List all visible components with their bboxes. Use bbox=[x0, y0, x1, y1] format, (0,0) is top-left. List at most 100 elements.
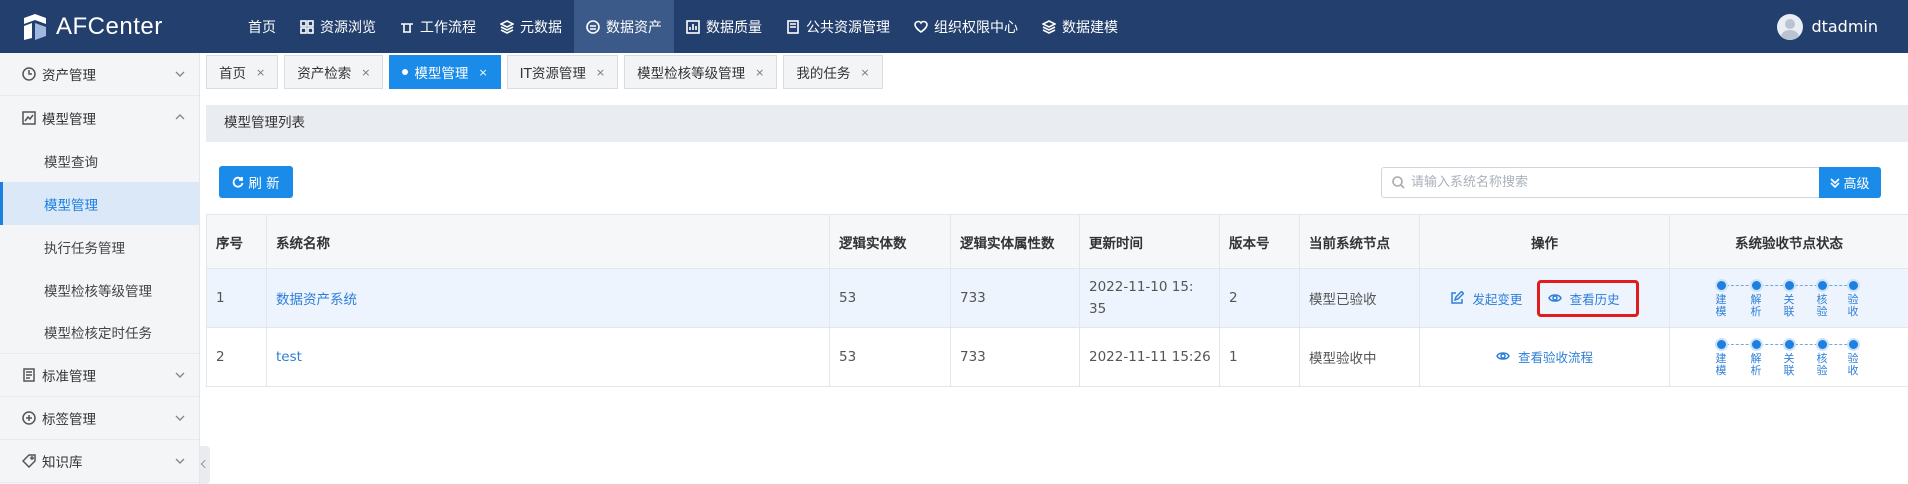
panel-title: 模型管理列表 bbox=[206, 105, 1908, 142]
nav-item-data-quality[interactable]: 数据质量 bbox=[674, 0, 774, 53]
user-menu[interactable]: dtadmin bbox=[1777, 0, 1878, 53]
sidebar: 资产管理 模型管理 模型查询 模型管理 执行任务管理 模型检核等级管理 模型检核… bbox=[0, 53, 200, 484]
grid-icon bbox=[300, 19, 314, 34]
nav-item-resource-browse[interactable]: 资源浏览 bbox=[288, 0, 388, 53]
table-header-row: 序号 系统名称 逻辑实体数 逻辑实体属性数 更新时间 版本号 当前系统节点 操作… bbox=[206, 214, 1908, 269]
model-table: 序号 系统名称 逻辑实体数 逻辑实体属性数 更新时间 版本号 当前系统节点 操作… bbox=[206, 214, 1908, 387]
nav-item-data-modeling[interactable]: 数据建模 bbox=[1030, 0, 1130, 53]
top-nav: 首页 资源浏览 工作流程 元数据 数据资产 数据质量 公共资源管理 组织权限中心… bbox=[236, 0, 1130, 53]
nav-item-home[interactable]: 首页 bbox=[236, 0, 288, 53]
sidebar-collapse-handle[interactable] bbox=[200, 446, 210, 484]
refresh-button[interactable]: 刷 新 bbox=[219, 166, 293, 198]
tab-check-level-mgmt[interactable]: 模型检核等级管理 × bbox=[624, 55, 778, 89]
eye-icon bbox=[1547, 294, 1562, 302]
status-dot-icon bbox=[1714, 338, 1728, 351]
logo[interactable]: AFCenter bbox=[20, 9, 163, 45]
tab-home[interactable]: 首页 × bbox=[206, 55, 279, 89]
view-acceptance-flow-button[interactable]: 查看验收流程 bbox=[1496, 347, 1593, 366]
status-dot-icon bbox=[1815, 279, 1829, 292]
cell-actions: 发起变更 查看历史 bbox=[1419, 268, 1670, 328]
cell-no: 2 bbox=[206, 327, 267, 387]
cell-version: 2 bbox=[1219, 268, 1300, 328]
column-header: 逻辑实体数 bbox=[829, 214, 951, 269]
sidebar-group-model-mgmt[interactable]: 模型管理 bbox=[0, 96, 199, 139]
eye-icon bbox=[1496, 352, 1510, 360]
column-header: 当前系统节点 bbox=[1299, 214, 1420, 269]
initiate-change-button[interactable]: 发起变更 bbox=[1450, 289, 1522, 308]
active-dot-icon bbox=[402, 69, 409, 75]
user-name: dtadmin bbox=[1811, 17, 1878, 36]
cell-version: 1 bbox=[1219, 327, 1300, 387]
close-icon[interactable]: × bbox=[596, 66, 605, 79]
asset-icon bbox=[586, 19, 600, 34]
cell-status: 建模 解析 关联 核验 验收 bbox=[1669, 268, 1908, 328]
shield-icon bbox=[914, 20, 928, 33]
logo-icon bbox=[24, 14, 46, 40]
nav-item-org-permissions[interactable]: 组织权限中心 bbox=[902, 0, 1030, 53]
nav-item-metadata[interactable]: 元数据 bbox=[488, 0, 574, 53]
tab-model-mgmt[interactable]: 模型管理 × bbox=[389, 55, 501, 89]
status-dot-icon bbox=[1749, 279, 1763, 292]
cell-update-time: 2022-11-11 15:26 bbox=[1079, 327, 1220, 387]
chevron-up-icon bbox=[175, 114, 185, 120]
system-name-link[interactable]: test bbox=[276, 349, 302, 365]
sidebar-item-check-scheduled-task[interactable]: 模型检核定时任务 bbox=[0, 311, 199, 354]
column-header: 版本号 bbox=[1219, 214, 1300, 269]
column-header: 序号 bbox=[206, 214, 267, 269]
table-row[interactable]: 2 test 53 733 2022-11-11 15:26 1 模型验收中 查… bbox=[206, 327, 1908, 387]
nav-item-data-assets[interactable]: 数据资产 bbox=[574, 0, 674, 53]
sidebar-item-exec-task-mgmt[interactable]: 执行任务管理 bbox=[0, 225, 199, 268]
status-node: 核验 bbox=[1815, 338, 1829, 377]
search-input[interactable] bbox=[1411, 175, 1791, 190]
nav-item-public-resources[interactable]: 公共资源管理 bbox=[774, 0, 902, 53]
column-header: 系统名称 bbox=[266, 214, 830, 269]
double-chevron-down-icon bbox=[1830, 177, 1841, 188]
nav-item-workflow[interactable]: 工作流程 bbox=[388, 0, 488, 53]
sidebar-group-standard-mgmt[interactable]: 标准管理 bbox=[0, 354, 199, 397]
clock-icon bbox=[22, 67, 36, 81]
close-icon[interactable]: × bbox=[860, 66, 869, 79]
cell-system-name: 数据资产系统 bbox=[266, 268, 830, 328]
plus-circle-icon bbox=[22, 411, 36, 425]
status-dot-icon bbox=[1846, 279, 1860, 292]
status-dot-icon bbox=[1714, 279, 1728, 292]
sidebar-item-model-mgmt[interactable]: 模型管理 bbox=[0, 182, 199, 225]
search-icon bbox=[1392, 176, 1405, 189]
close-icon[interactable]: × bbox=[361, 66, 370, 79]
tab-asset-search[interactable]: 资产检索 × bbox=[284, 55, 384, 89]
logo-text: AFCenter bbox=[56, 13, 163, 40]
status-node: 关联 bbox=[1782, 279, 1796, 318]
chart-icon bbox=[22, 110, 36, 125]
chevron-down-icon bbox=[175, 458, 185, 464]
close-icon[interactable]: × bbox=[256, 66, 265, 79]
close-icon[interactable]: × bbox=[478, 66, 487, 79]
column-header: 系统验收节点状态 bbox=[1669, 214, 1908, 269]
sidebar-item-check-level-mgmt[interactable]: 模型检核等级管理 bbox=[0, 268, 199, 311]
status-dot-icon bbox=[1815, 338, 1829, 351]
cell-node: 模型已验收 bbox=[1299, 268, 1420, 328]
chevron-down-icon bbox=[175, 415, 185, 421]
resource-icon bbox=[787, 19, 799, 34]
tab-my-tasks[interactable]: 我的任务 × bbox=[783, 55, 883, 89]
view-history-button[interactable]: 查看历史 bbox=[1536, 279, 1639, 317]
cell-node: 模型验收中 bbox=[1299, 327, 1420, 387]
status-timeline: 建模 解析 关联 核验 验收 bbox=[1709, 334, 1869, 380]
cell-entities: 53 bbox=[829, 327, 951, 387]
close-icon[interactable]: × bbox=[755, 66, 764, 79]
tab-it-resource-mgmt[interactable]: IT资源管理 × bbox=[506, 55, 619, 89]
status-node: 解析 bbox=[1749, 279, 1763, 318]
sidebar-group-tag-mgmt[interactable]: 标签管理 bbox=[0, 397, 199, 440]
sidebar-item-model-query[interactable]: 模型查询 bbox=[0, 139, 199, 182]
column-header: 操作 bbox=[1419, 214, 1670, 269]
advanced-search-button[interactable]: 高级 bbox=[1819, 167, 1881, 198]
refresh-icon bbox=[233, 176, 244, 188]
sidebar-group-knowledge[interactable]: 知识库 bbox=[0, 440, 199, 483]
system-name-link[interactable]: 数据资产系统 bbox=[276, 292, 357, 308]
cell-attrs: 733 bbox=[950, 327, 1080, 387]
cell-status: 建模 解析 关联 核验 验收 bbox=[1669, 327, 1908, 387]
sidebar-group-asset-mgmt[interactable]: 资产管理 bbox=[0, 53, 199, 96]
table-row[interactable]: 1 数据资产系统 53 733 2022-11-10 15:35 2 模型已验收… bbox=[206, 268, 1908, 328]
status-node: 验收 bbox=[1846, 279, 1860, 318]
tag-icon bbox=[22, 454, 36, 468]
search-box bbox=[1381, 167, 1819, 198]
